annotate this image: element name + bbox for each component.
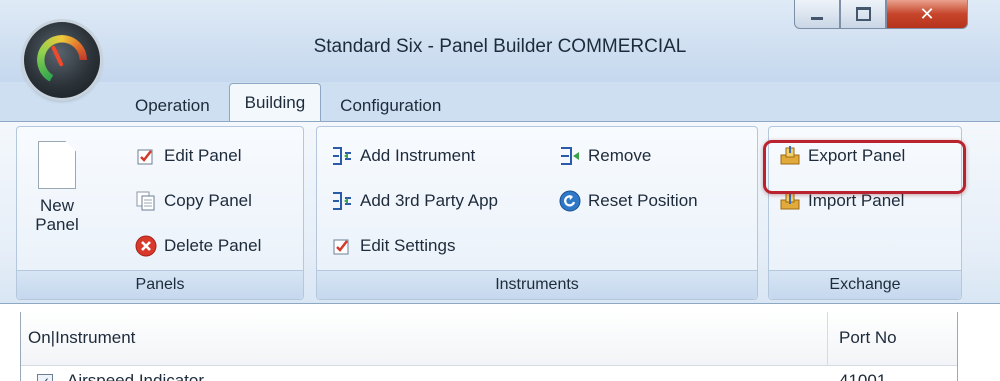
panels-group-label: Panels <box>17 270 303 299</box>
window-controls: ✕ <box>794 0 968 29</box>
add-instrument-label: Add Instrument <box>360 146 476 165</box>
minimize-button[interactable] <box>794 0 840 29</box>
add-instrument-icon <box>331 145 353 167</box>
panels-group: New Panel Edit Panel Copy Panel Delete P… <box>16 126 304 300</box>
close-button[interactable]: ✕ <box>886 0 968 29</box>
instrument-table: On|Instrument Port No ✓ Airspeed Indicat… <box>20 312 958 381</box>
table-row[interactable]: ✓ Airspeed Indicator 41001 <box>21 366 957 381</box>
add-app-icon <box>331 190 353 212</box>
remove-icon <box>559 145 581 167</box>
reset-icon <box>559 190 581 212</box>
add-3rd-party-app-button[interactable]: Add 3rd Party App <box>331 190 498 212</box>
window-title: Standard Six - Panel Builder COMMERCIAL <box>313 36 687 57</box>
title-bar: Standard Six - Panel Builder COMMERCIAL … <box>0 0 1000 82</box>
edit-panel-label: Edit Panel <box>164 146 242 165</box>
tab-configuration[interactable]: Configuration <box>325 90 456 122</box>
copy-panel-button[interactable]: Copy Panel <box>135 190 252 212</box>
gauge-icon <box>37 35 87 85</box>
delete-panel-label: Delete Panel <box>164 236 262 255</box>
reset-position-label: Reset Position <box>588 191 698 210</box>
instruments-group: Add Instrument Add 3rd Party App Edit Se… <box>316 126 758 300</box>
new-document-icon <box>38 141 76 189</box>
edit-settings-label: Edit Settings <box>360 236 456 255</box>
reset-position-button[interactable]: Reset Position <box>559 190 698 212</box>
import-panel-label: Import Panel <box>808 191 905 210</box>
app-window: Standard Six - Panel Builder COMMERCIAL … <box>0 0 1000 381</box>
copy-panel-label: Copy Panel <box>164 191 252 210</box>
tab-operation[interactable]: Operation <box>120 90 225 122</box>
copy-icon <box>135 190 157 212</box>
exchange-group-label: Exchange <box>769 270 961 299</box>
close-icon: ✕ <box>919 3 935 25</box>
edit-settings-button[interactable]: Edit Settings <box>331 235 455 257</box>
delete-icon <box>135 235 157 257</box>
delete-panel-button[interactable]: Delete Panel <box>135 235 261 257</box>
edit-icon <box>135 145 157 167</box>
edit-panel-button[interactable]: Edit Panel <box>135 145 242 167</box>
tab-building[interactable]: Building <box>228 83 322 122</box>
row-port-number: 41001 <box>839 371 887 381</box>
app-menu-button[interactable] <box>24 22 100 98</box>
row-instrument-name: Airspeed Indicator <box>67 371 205 381</box>
column-header-instrument[interactable]: On|Instrument <box>28 328 135 348</box>
minimize-icon <box>811 16 823 20</box>
table-header: On|Instrument Port No <box>21 312 957 366</box>
new-panel-button[interactable]: New Panel <box>29 137 85 271</box>
maximize-icon <box>855 7 871 21</box>
add-instrument-button[interactable]: Add Instrument <box>331 145 475 167</box>
column-header-port[interactable]: Port No <box>839 328 897 348</box>
instruments-group-label: Instruments <box>317 270 757 299</box>
remove-button[interactable]: Remove <box>559 145 651 167</box>
export-panel-highlight <box>763 140 966 194</box>
remove-label: Remove <box>588 146 652 165</box>
add-3rd-party-app-label: Add 3rd Party App <box>360 191 498 210</box>
edit-settings-icon <box>331 235 353 257</box>
column-divider <box>827 312 828 365</box>
new-panel-label: New Panel <box>35 196 79 234</box>
maximize-button[interactable] <box>840 0 886 29</box>
row-checkbox[interactable]: ✓ <box>37 374 53 381</box>
ribbon-tabs: Operation Building Configuration <box>120 82 460 122</box>
